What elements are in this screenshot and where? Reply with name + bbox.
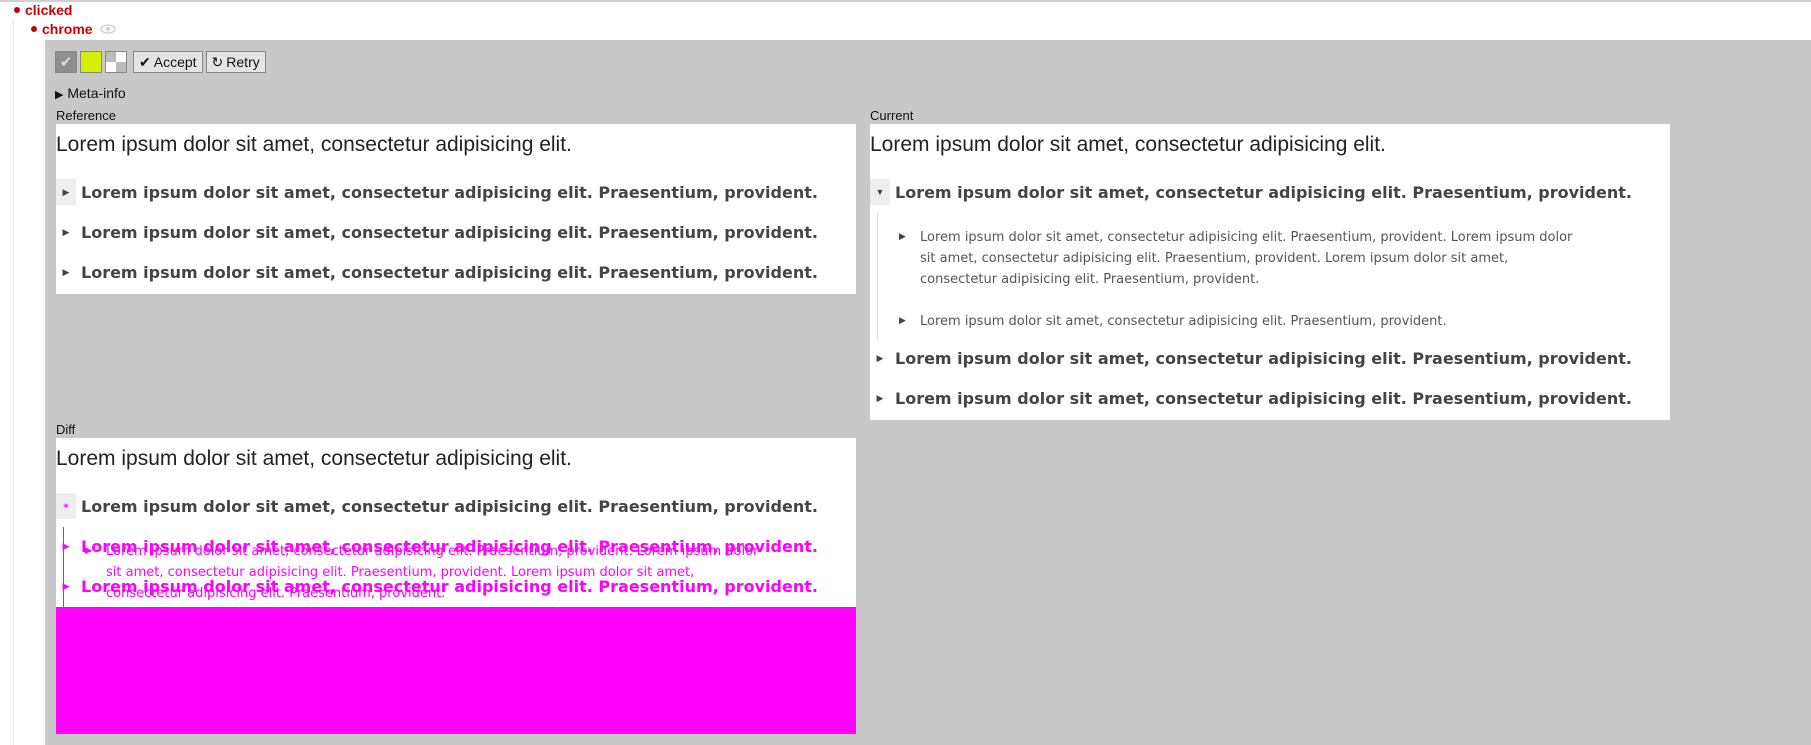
caret-right-icon: ▶: [876, 392, 884, 403]
triangle-right-icon: ▶: [55, 89, 64, 101]
diff-item-1: ✶ Lorem ipsum dolor sit amet, consectetu…: [56, 493, 856, 519]
current-item-text: Lorem ipsum dolor sit amet, consectetur …: [895, 389, 1632, 408]
reference-heading: Lorem ipsum dolor sit amet, consectetur …: [56, 133, 572, 156]
diff-heading: Lorem ipsum dolor sit amet, consectetur …: [56, 447, 572, 470]
caret-right-icon: ▶: [62, 580, 70, 591]
nested-guide: [877, 213, 878, 341]
test-state-node[interactable]: clicked: [14, 2, 72, 18]
reference-item-text: Lorem ipsum dolor sit amet, consectetur …: [81, 263, 818, 282]
check-icon: ✔: [139, 53, 151, 70]
diff-image[interactable]: Lorem ipsum dolor sit amet, consectetur …: [56, 438, 856, 734]
caret-right-icon: ▶: [62, 540, 70, 551]
meta-info-toggle[interactable]: ▶ Meta-info: [55, 85, 126, 101]
reference-label: Reference: [56, 108, 116, 123]
diff-overlay-item-a: ▶ Lorem ipsum dolor sit amet, consectetu…: [56, 533, 856, 559]
accept-label: Accept: [153, 54, 197, 70]
diff-label: Diff: [56, 422, 76, 437]
current-heading: Lorem ipsum dolor sit amet, consectetur …: [870, 133, 1386, 156]
caret-down-icon: ▼: [870, 179, 890, 205]
reference-item-2: ▶ Lorem ipsum dolor sit amet, consectetu…: [56, 219, 856, 245]
current-item-1: ▼ Lorem ipsum dolor sit amet, consectetu…: [870, 179, 1670, 205]
caret-right-icon: ▶: [62, 266, 70, 277]
retry-label: Retry: [226, 54, 260, 70]
current-item-text: Lorem ipsum dolor sit amet, consectetur …: [895, 349, 1632, 368]
eye-icon[interactable]: [99, 22, 116, 37]
meta-info-label: Meta-info: [67, 85, 126, 101]
check-icon: ✔: [59, 54, 73, 71]
accept-button[interactable]: ✔ Accept: [133, 51, 203, 73]
diff-highlight-region: [56, 607, 856, 734]
caret-right-icon: ✶: [56, 493, 76, 519]
current-label: Current: [870, 108, 914, 123]
current-item-text: Lorem ipsum dolor sit amet, consectetur …: [895, 183, 1632, 202]
reference-item-text: Lorem ipsum dolor sit amet, consectetur …: [81, 183, 818, 202]
browser-node[interactable]: chrome: [31, 21, 116, 37]
current-item-2: ▶ Lorem ipsum dolor sit amet, consectetu…: [870, 345, 1670, 371]
view-mode-color-button[interactable]: [80, 51, 102, 73]
current-image[interactable]: Lorem ipsum dolor sit amet, consectetur …: [870, 124, 1670, 420]
diff-item-text: Lorem ipsum dolor sit amet, consectetur …: [81, 497, 818, 516]
caret-right-icon: ▶: [899, 231, 906, 241]
caret-right-icon: ▶: [899, 315, 906, 325]
test-state-label: clicked: [25, 2, 73, 18]
view-mode-check-button[interactable]: ✔: [55, 51, 77, 73]
browser-dot: [31, 26, 37, 32]
result-panel: ✔ ✔ Accept ↻ Retry ▶ Meta-info Reference…: [45, 40, 1811, 745]
reference-item-3: ▶ Lorem ipsum dolor sit amet, consectetu…: [56, 259, 856, 285]
state-dot: [14, 7, 20, 13]
caret-right-icon: ▶: [876, 352, 884, 363]
current-sub-item-2: Lorem ipsum dolor sit amet, consectetur …: [920, 314, 1447, 329]
retry-icon: ↻: [211, 53, 224, 70]
caret-right-icon: ▶: [62, 226, 70, 237]
view-mode-checker-button[interactable]: [105, 51, 127, 73]
diff-overlay-text: Lorem ipsum dolor sit amet, consectetur …: [81, 537, 818, 556]
retry-button[interactable]: ↻ Retry: [205, 51, 266, 73]
toolbar: ✔ ✔ Accept ↻ Retry: [55, 51, 266, 73]
current-item-3: ▶ Lorem ipsum dolor sit amet, consectetu…: [870, 385, 1670, 411]
reference-item-text: Lorem ipsum dolor sit amet, consectetur …: [81, 223, 818, 242]
diff-overlay-text: Lorem ipsum dolor sit amet, consectetur …: [81, 577, 818, 596]
current-sub-item-1: Lorem ipsum dolor sit amet, consectetur …: [920, 230, 1573, 287]
caret-right-icon: ▶: [56, 179, 76, 205]
reference-image[interactable]: Lorem ipsum dolor sit amet, consectetur …: [56, 124, 856, 294]
diff-overlay-item-b: ▶ Lorem ipsum dolor sit amet, consectetu…: [56, 573, 856, 599]
browser-label: chrome: [42, 21, 93, 37]
reference-item-1: ▶ Lorem ipsum dolor sit amet, consectetu…: [56, 179, 856, 205]
tree-guide-line: [13, 20, 14, 745]
top-divider: [0, 0, 1811, 2]
